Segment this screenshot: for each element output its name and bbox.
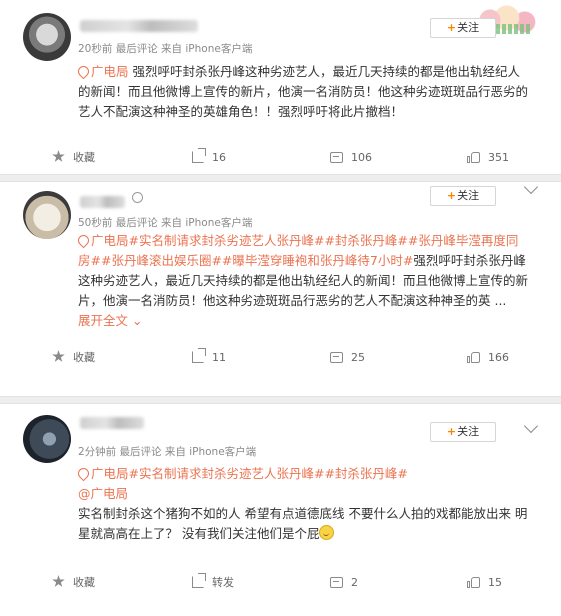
favorite-label: 收藏: [73, 351, 95, 364]
share-count: 11: [212, 351, 226, 364]
comment-icon: [330, 152, 343, 163]
blurred-username[interactable]: [80, 196, 125, 208]
comment-icon: [330, 577, 343, 588]
post-source: 最后评论 来自 iPhone客户端: [115, 43, 253, 55]
like-button[interactable]: 166: [467, 349, 509, 367]
follow-button[interactable]: +关注: [430, 422, 496, 442]
location-icon: [75, 63, 92, 80]
chevron-down-icon[interactable]: [523, 418, 539, 434]
star-icon: [52, 575, 65, 587]
weibo-post: 50秒前 最后评论 来自 iPhone客户端 +关注 广电局#实名制请求封杀劣迹…: [0, 179, 561, 396]
location-label: 广电局: [91, 64, 129, 79]
like-icon: [467, 351, 480, 363]
avatar[interactable]: [23, 191, 71, 239]
comment-count: 2: [351, 576, 358, 589]
action-bar: 收藏 16 106 351: [0, 148, 561, 167]
smiley-icon: [319, 525, 335, 540]
comment-button[interactable]: 25: [330, 349, 365, 367]
like-count: 166: [488, 351, 509, 364]
blurred-username[interactable]: [80, 20, 198, 32]
post-source: 最后评论 来自 iPhone客户端: [115, 217, 253, 229]
location-icon: [75, 232, 92, 249]
mention-link[interactable]: @广电局: [78, 486, 128, 501]
post-meta: 50秒前 最后评论 来自 iPhone客户端: [78, 215, 252, 230]
favorite-label: 收藏: [73, 151, 95, 164]
post-time[interactable]: 20秒前: [78, 43, 112, 55]
avatar[interactable]: [23, 13, 71, 61]
like-button[interactable]: 15: [467, 574, 502, 592]
favorite-label: 收藏: [73, 576, 95, 589]
action-bar: 收藏 转发 2 15: [0, 573, 561, 592]
like-icon: [467, 151, 480, 163]
share-button[interactable]: 11: [192, 348, 226, 367]
expand-full-text-link[interactable]: 展开全文 ⌄: [78, 313, 142, 328]
plus-icon: +: [446, 21, 457, 34]
post-text: 强烈呼吁封杀张丹峰这种劣迹艺人，最近几天持续的都是他出轨经纪人的新闻！而且他微博…: [78, 64, 529, 119]
post-text: 实名制封杀这个猪狗不如的人 希望有点道德底线 不要什么人拍的戏都能放出来 明星就…: [78, 506, 528, 541]
post-meta: 2分钟前 最后评论 来自 iPhone客户端: [78, 444, 256, 459]
share-icon: [192, 573, 206, 588]
post-content: 广电局 强烈呼吁封杀张丹峰这种劣迹艺人，最近几天持续的都是他出轨经纪人的新闻！而…: [75, 62, 530, 122]
blurred-username[interactable]: [80, 417, 144, 429]
share-icon: [192, 148, 206, 163]
share-icon: [192, 348, 206, 363]
plus-icon: +: [446, 425, 457, 438]
like-button[interactable]: 351: [467, 149, 509, 167]
comment-button[interactable]: 2: [330, 574, 358, 592]
hashtags[interactable]: #实名制请求封杀劣迹艺人张丹峰##封杀张丹峰#: [129, 466, 408, 481]
post-time[interactable]: 50秒前: [78, 217, 112, 229]
vip-icon: [132, 192, 143, 203]
post-source: 最后评论 来自 iPhone客户端: [119, 446, 257, 458]
post-separator: [0, 174, 561, 182]
plus-icon: +: [446, 189, 457, 202]
chevron-down-icon[interactable]: [523, 179, 539, 195]
like-count: 351: [488, 151, 509, 164]
weibo-post: 2分钟前 最后评论 来自 iPhone客户端 +关注 广电局#实名制请求封杀劣迹…: [0, 404, 561, 610]
follow-button[interactable]: +关注: [430, 186, 496, 206]
weibo-post: 20秒前 最后评论 来自 iPhone客户端 +关注 广电局 强烈呼吁封杀张丹峰…: [0, 0, 561, 174]
follow-label: 关注: [457, 189, 480, 202]
post-content: 广电局#实名制请求封杀劣迹艺人张丹峰##封杀张丹峰##张丹峰毕滢再度同房##张丹…: [75, 231, 530, 331]
expand-label: 展开全文: [78, 313, 129, 328]
location-link[interactable]: 广电局: [75, 63, 129, 80]
location-link[interactable]: 广电局: [75, 232, 129, 249]
share-count: 16: [212, 151, 226, 164]
favorite-button[interactable]: 收藏: [52, 574, 95, 592]
comment-count: 106: [351, 151, 372, 164]
follow-label: 关注: [457, 21, 480, 34]
post-meta: 20秒前 最后评论 来自 iPhone客户端: [78, 41, 252, 56]
follow-label: 关注: [457, 425, 480, 438]
share-button[interactable]: 转发: [192, 573, 234, 592]
like-icon: [467, 576, 480, 588]
location-icon: [75, 465, 92, 482]
favorite-button[interactable]: 收藏: [52, 349, 95, 367]
location-link[interactable]: 广电局: [75, 465, 129, 482]
share-label: 转发: [212, 576, 234, 589]
follow-button[interactable]: +关注: [430, 18, 496, 38]
location-label: 广电局: [91, 466, 129, 481]
action-bar: 收藏 11 25 166: [0, 348, 561, 367]
favorite-button[interactable]: 收藏: [52, 149, 95, 167]
post-separator: [0, 396, 561, 404]
avatar[interactable]: [23, 415, 71, 463]
post-time[interactable]: 2分钟前: [78, 446, 116, 458]
like-count: 15: [488, 576, 502, 589]
location-label: 广电局: [91, 233, 129, 248]
comment-icon: [330, 352, 343, 363]
comment-count: 25: [351, 351, 365, 364]
post-content: 广电局#实名制请求封杀劣迹艺人张丹峰##封杀张丹峰# @广电局 实名制封杀这个猪…: [75, 464, 530, 544]
star-icon: [52, 350, 65, 362]
share-button[interactable]: 16: [192, 148, 226, 167]
star-icon: [52, 150, 65, 162]
comment-button[interactable]: 106: [330, 149, 372, 167]
